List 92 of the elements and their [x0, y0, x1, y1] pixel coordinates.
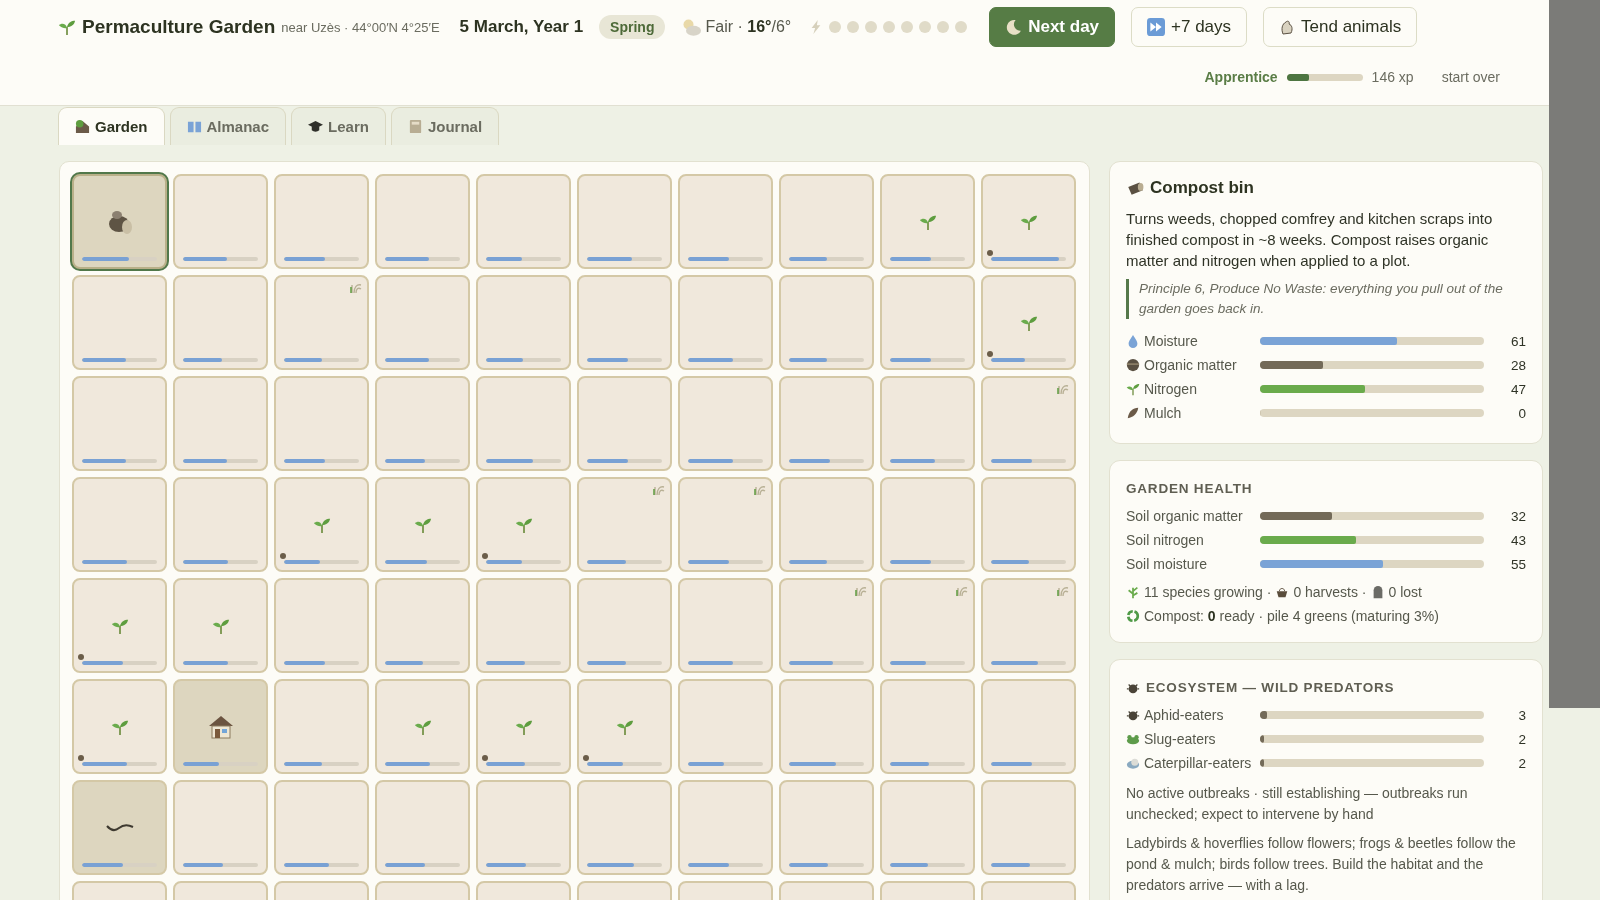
- stat-value: 43: [1509, 532, 1526, 548]
- garden-plot[interactable]: [72, 578, 167, 673]
- garden-plot[interactable]: [577, 780, 672, 875]
- garden-plot[interactable]: [274, 477, 369, 572]
- garden-plot[interactable]: [476, 679, 571, 774]
- note-text: Ladybirds & hoverflies follow flowers; frogs & beetles follow the pond & mulch; birds follow trees. Build the habitat and the predators arrive — with a lag.: [1126, 834, 1517, 895]
- seedling-icon: [58, 18, 76, 36]
- seedling-icon: [1126, 382, 1140, 396]
- herb-icon: [1126, 585, 1140, 599]
- notebook-icon: [407, 119, 423, 134]
- weather-text: Fair · 16°/6°: [705, 18, 792, 36]
- garden-plot[interactable]: [981, 376, 1076, 471]
- description-text: Turns weeds, chopped comfrey and kitchen scraps into finished compost in ~8 weeks. Compost raises organic matter and nitrogen when applied to a plot.: [1126, 209, 1494, 271]
- garden-plot[interactable]: [72, 174, 167, 269]
- stat-label: Caterpillar-eaters: [1126, 755, 1260, 771]
- section-heading: ECOSYSTEM — WILD PREDATORS: [1146, 680, 1395, 695]
- action-button[interactable]: +7 days: [1131, 7, 1248, 47]
- garden-plot[interactable]: [375, 679, 470, 774]
- principle-quote: Principle 6, Produce No Waste: everything you pull out of the garden goes back in.: [1126, 279, 1526, 319]
- rank-label: Apprentice: [1204, 69, 1278, 85]
- soil-icon: [1126, 358, 1140, 372]
- garden-plot[interactable]: [173, 578, 268, 673]
- stat-value: 47: [1509, 381, 1526, 397]
- garden-plot[interactable]: [779, 578, 874, 673]
- stat-value: 0: [1517, 405, 1526, 421]
- action-button[interactable]: Tend animals: [1263, 7, 1418, 47]
- note-text: No active outbreaks · still establishing — outbreaks run unchecked; expect to intervene by hand: [1126, 784, 1469, 824]
- stat-label: Soil organic matter: [1126, 508, 1244, 524]
- bug-icon: [1126, 708, 1140, 722]
- section-heading: GARDEN HEALTH: [1126, 481, 1253, 496]
- garden-plot[interactable]: [981, 275, 1076, 370]
- tab[interactable]: Garden: [58, 107, 165, 145]
- garden-plot[interactable]: [577, 679, 672, 774]
- garden-plot[interactable]: [981, 174, 1076, 269]
- stat-label: Moisture: [1126, 333, 1260, 349]
- summary-text: 11 species growing ·: [1144, 584, 1272, 600]
- moon-icon: [1005, 18, 1023, 36]
- tab[interactable]: Journal: [390, 107, 500, 145]
- garden-plot[interactable]: [72, 780, 167, 875]
- garden-plot[interactable]: [981, 578, 1076, 673]
- garden-plot[interactable]: [779, 679, 874, 774]
- bird-icon: [1126, 756, 1140, 770]
- stat-value: 28: [1509, 357, 1526, 373]
- summary-text: 0 harvests ·: [1293, 584, 1367, 600]
- summary-text: 0 lost: [1388, 584, 1422, 600]
- stat-label: Soil moisture: [1126, 556, 1208, 572]
- stat-label: Aphid-eaters: [1126, 707, 1260, 723]
- garden-plot[interactable]: [880, 174, 975, 269]
- xp-text: 146 xp: [1371, 69, 1414, 85]
- stat-value: 61: [1509, 333, 1526, 349]
- stat-value: 3: [1517, 707, 1526, 723]
- scrollbar[interactable]: [1549, 0, 1600, 708]
- card-title: Compost bin: [1150, 178, 1254, 198]
- book-icon: [186, 119, 202, 134]
- season-badge: Spring: [599, 15, 666, 39]
- stat-value: 2: [1517, 755, 1526, 771]
- garden-icon: [75, 119, 90, 134]
- drop-icon: [1126, 334, 1140, 348]
- fast-forward-icon: [1147, 18, 1166, 36]
- basket-icon: [1275, 585, 1290, 599]
- stat-label: Mulch: [1126, 405, 1260, 421]
- stat-value: 32: [1509, 508, 1526, 524]
- garden-plot[interactable]: [274, 275, 369, 370]
- garden-plot[interactable]: [173, 679, 268, 774]
- app-title: Permaculture Garden: [82, 16, 276, 38]
- compost-icon: [1126, 179, 1144, 197]
- garden-plot[interactable]: [678, 477, 773, 572]
- tab[interactable]: Almanac: [169, 107, 287, 145]
- action-button[interactable]: Next day: [989, 7, 1116, 47]
- stat-label: Soil nitrogen: [1126, 532, 1205, 548]
- garden-plot[interactable]: [476, 376, 571, 471]
- stat-label: Nitrogen: [1126, 381, 1260, 397]
- frog-icon: [1126, 732, 1140, 746]
- graduation-cap-icon: [308, 119, 324, 134]
- tab[interactable]: Learn: [291, 107, 386, 145]
- stat-label: Organic matter: [1126, 357, 1260, 373]
- stat-label: Slug-eaters: [1126, 731, 1260, 747]
- garden-plot[interactable]: [72, 679, 167, 774]
- recycle-icon: [1126, 609, 1140, 623]
- start-over-link[interactable]: start over: [1441, 69, 1500, 85]
- wave-icon: [104, 821, 135, 834]
- date-text: 5 March, Year 1: [459, 17, 584, 37]
- location-text: near Uzès · 44°00′N 4°25′E: [281, 19, 440, 35]
- garden-plot[interactable]: [577, 477, 672, 572]
- garden-plot[interactable]: [880, 578, 975, 673]
- garden-plot[interactable]: [476, 477, 571, 572]
- stat-value: 55: [1509, 556, 1526, 572]
- leaf-icon: [1126, 406, 1140, 420]
- compost-status-text: Compost: 0 ready · pile 4 greens (maturing 3%): [1144, 608, 1439, 624]
- garden-plot[interactable]: [375, 477, 470, 572]
- stat-value: 2: [1517, 731, 1526, 747]
- sun-cloud-icon: [681, 17, 702, 37]
